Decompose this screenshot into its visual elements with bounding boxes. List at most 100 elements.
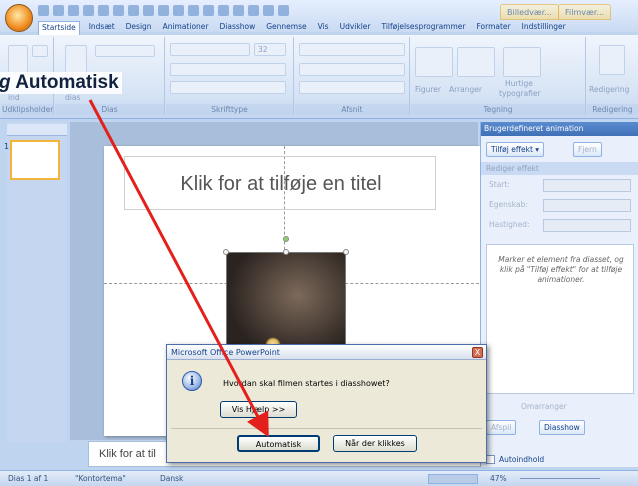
resize-handle[interactable] <box>283 249 289 255</box>
group-label-clipboard: Udklipsholder <box>2 104 54 115</box>
tab-home[interactable]: Startside <box>38 21 80 35</box>
tab-design[interactable]: Design <box>124 21 154 35</box>
layout-button[interactable] <box>95 45 155 57</box>
remove-button[interactable]: Fjern <box>573 142 602 157</box>
start-label: Start: <box>489 180 510 189</box>
quick-styles-button[interactable] <box>503 47 541 77</box>
indent-buttons[interactable] <box>299 63 405 76</box>
play-button[interactable]: Afspil <box>486 420 517 435</box>
theme-name: "Kontortema" <box>75 474 126 483</box>
group-label-drawing: Tegning <box>411 104 585 115</box>
shape-icon[interactable] <box>113 5 124 16</box>
paste-button[interactable] <box>8 45 28 75</box>
spelling-icon[interactable] <box>263 5 274 16</box>
chart-icon[interactable] <box>158 5 169 16</box>
new-slide-icon[interactable] <box>83 5 94 16</box>
tab-options[interactable]: Indstillinger <box>520 21 568 35</box>
view-buttons[interactable] <box>428 474 478 484</box>
shapes-button[interactable] <box>415 47 453 77</box>
dialog-separator <box>171 428 482 429</box>
picture-icon[interactable] <box>143 5 154 16</box>
find-button[interactable] <box>599 45 625 75</box>
group-label-editing: Redigering <box>587 104 638 115</box>
save-icon[interactable] <box>38 5 49 16</box>
arrange-button[interactable] <box>457 47 495 77</box>
tab-view[interactable]: Vis <box>316 21 331 35</box>
dialog-question: Hvordan skal filmen startes i diasshowet… <box>223 379 390 388</box>
speed-label: Hastighed: <box>489 220 530 229</box>
movie-start-dialog: Microsoft Office PowerPoint X i Hvordan … <box>166 344 487 463</box>
dialog-title: Microsoft Office PowerPoint <box>167 345 486 360</box>
align-buttons[interactable] <box>299 81 405 94</box>
slides-pane-tabs[interactable] <box>7 124 67 136</box>
edit-effect-section: Rediger effekt <box>481 162 638 175</box>
textbox-icon[interactable] <box>203 5 214 16</box>
cut-button[interactable] <box>32 45 48 57</box>
group-label-paragraph: Afsnit <box>295 104 409 115</box>
custom-animation-pane: Brugerdefineret animation Tilføj effekt … <box>480 122 638 467</box>
annotation-prefix: g <box>0 72 11 93</box>
symbol-icon[interactable] <box>218 5 229 16</box>
resize-handle[interactable] <box>343 249 349 255</box>
quick-styles-label: Hurtige <box>505 79 533 88</box>
dialog-close-button[interactable]: X <box>472 347 483 358</box>
new-slide-button[interactable] <box>65 45 87 75</box>
status-bar: Dias 1 af 1 "Kontortema" Dansk 47% <box>0 470 638 486</box>
list-buttons[interactable] <box>299 43 405 56</box>
slide-thumbnail[interactable] <box>10 140 60 180</box>
start-select[interactable] <box>543 179 631 192</box>
slideshow-button[interactable]: Diasshow <box>539 420 585 435</box>
powerpoint-window: Billedvær... Filmvær... Startside Indsæt… <box>0 0 638 486</box>
table-icon[interactable] <box>128 5 139 16</box>
new-slide-label: dias <box>65 93 81 102</box>
group-label-font: Skrifttype <box>166 104 293 115</box>
add-effect-button[interactable]: Tilføj effekt ▾ <box>486 142 545 157</box>
info-icon: i <box>182 371 202 391</box>
property-select[interactable] <box>543 199 631 212</box>
animation-list[interactable]: Marker et element fra diasset, og klik p… <box>486 244 634 394</box>
tab-animations[interactable]: Animationer <box>161 21 211 35</box>
on-click-button[interactable]: Når der klikkes <box>333 435 417 452</box>
automatic-button[interactable]: Automatisk <box>237 435 320 452</box>
office-button[interactable] <box>5 4 33 32</box>
slideshow-label: Diasshow <box>544 423 580 432</box>
context-tab-picture-tools[interactable]: Billedvær... <box>500 4 559 20</box>
language: Dansk <box>160 474 184 483</box>
annotation-label: g Automatisk <box>0 72 122 94</box>
group-font: 32 Skrifttype <box>166 37 294 115</box>
tab-insert[interactable]: Indsæt <box>87 21 117 35</box>
font-format-buttons[interactable] <box>170 63 286 76</box>
undo-icon[interactable] <box>53 5 64 16</box>
smartart-icon[interactable] <box>173 5 184 16</box>
zoom-slider[interactable] <box>520 478 600 479</box>
rotate-handle[interactable] <box>283 236 289 242</box>
thumbnail-number: 1 <box>4 142 10 151</box>
movie-icon[interactable] <box>248 5 259 16</box>
autopreview-label: Autoindhold <box>499 455 545 464</box>
resize-handle[interactable] <box>223 249 229 255</box>
reorder-button[interactable]: Omarranger <box>517 400 571 415</box>
sound-icon[interactable] <box>233 5 244 16</box>
font-size-select[interactable]: 32 <box>254 43 286 56</box>
tab-slideshow[interactable]: Diasshow <box>218 21 258 35</box>
clipart-icon[interactable] <box>188 5 199 16</box>
customize-qat-icon[interactable] <box>278 5 289 16</box>
tab-format[interactable]: Formater <box>474 21 512 35</box>
title-placeholder[interactable]: Klik for at tilføje en titel <box>124 156 436 210</box>
tab-addins[interactable]: Tilføjelsesprogrammer <box>380 21 468 35</box>
speed-select[interactable] <box>543 219 631 232</box>
autopreview-checkbox[interactable] <box>486 455 495 464</box>
paste-label: ind <box>8 93 20 102</box>
font-family-select[interactable] <box>170 43 250 56</box>
notes-placeholder: Klik for at til <box>99 448 156 460</box>
context-tab-movie-tools[interactable]: Filmvær... <box>558 4 612 20</box>
ribbon-tab-bar: Startside Indsæt Design Animationer Dias… <box>38 21 638 35</box>
tab-developer[interactable]: Udvikler <box>338 21 373 35</box>
property-label: Egenskab: <box>489 200 528 209</box>
tab-review[interactable]: Gennemse <box>264 21 308 35</box>
format-icon[interactable] <box>98 5 109 16</box>
group-editing: Redigering Redigering <box>587 37 638 115</box>
redo-icon[interactable] <box>68 5 79 16</box>
font-color-buttons[interactable] <box>170 81 286 94</box>
show-help-button[interactable]: Vis Hjælp >> <box>220 401 297 418</box>
